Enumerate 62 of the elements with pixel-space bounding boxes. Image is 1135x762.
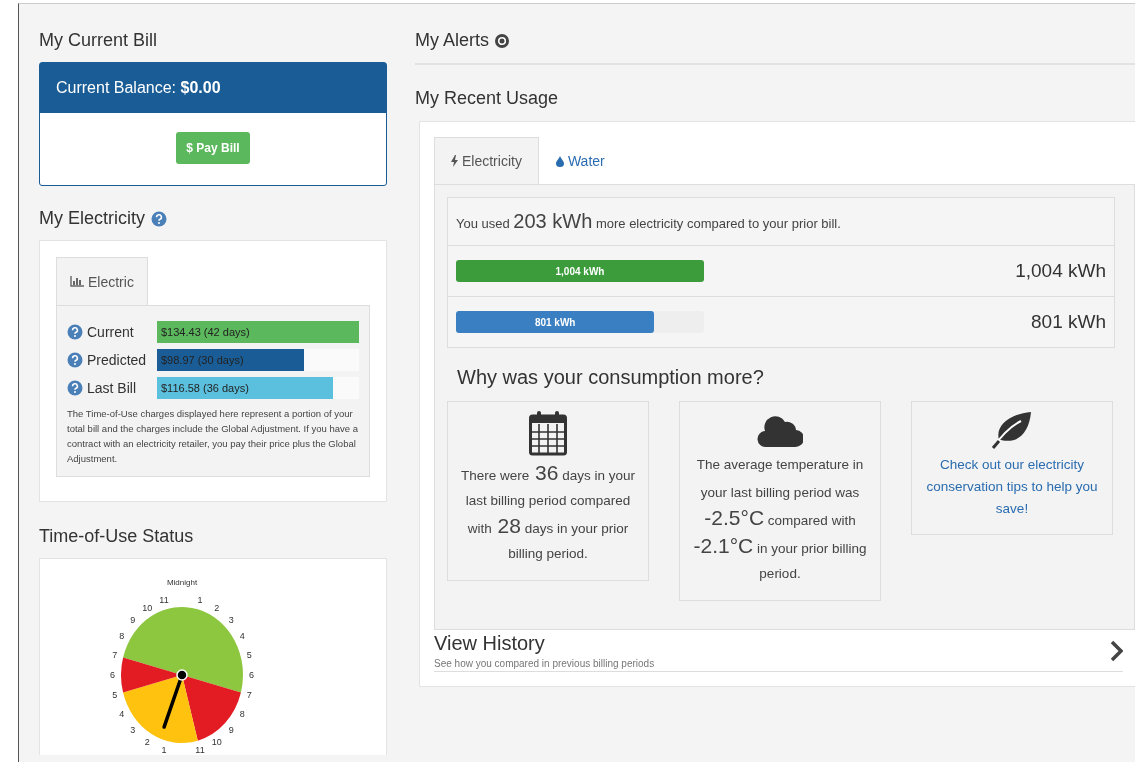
chevron-right-icon[interactable] <box>1109 639 1123 662</box>
section-heading: My Recent Usage <box>415 88 560 109</box>
hour-label: 9 <box>228 724 234 735</box>
history-title: View History <box>434 632 546 655</box>
hour-label: 10 <box>142 602 153 613</box>
bar-value: $116.58 (36 days) <box>161 382 249 394</box>
hour-label: 5 <box>112 690 118 701</box>
usage-reading: 801 kWh <box>1031 311 1106 333</box>
bar-value: $98.97 (30 days) <box>161 354 244 366</box>
hour-label: 1 <box>197 595 203 606</box>
balance-text: Current Balance: $0.00 <box>56 79 221 97</box>
help-icon[interactable] <box>67 380 83 396</box>
hour-label: 10 <box>211 737 222 748</box>
bar-chart-icon <box>70 276 84 287</box>
reason-text: There were 36 days in your last billing period compared with 28 days in your prior billing period. <box>460 460 636 563</box>
reason-text: The average temperature in your last billing period was -2.5°C compared with -2.1°C in your prior billing period. <box>692 456 868 583</box>
hour-label: 2 <box>144 737 150 748</box>
view-history-row[interactable]: View History See how you compared in previous billing periods <box>434 630 1123 672</box>
hour-label: 7 <box>246 690 252 701</box>
leaf-icon <box>991 410 1033 450</box>
section-heading: Time-of-Use Status <box>39 526 195 547</box>
bar-label: Current <box>87 324 134 340</box>
hour-label: 4 <box>119 708 125 719</box>
hour-label: 9 <box>130 615 136 626</box>
hour-label: 8 <box>239 708 245 719</box>
tab[interactable]: Electricity <box>434 137 539 184</box>
hour-label: 11 <box>159 595 169 606</box>
help-icon[interactable] <box>67 352 83 368</box>
conservation-tips-link[interactable]: Check out our electricity conservation tips to help you save! <box>920 454 1104 520</box>
bar-value: 801 kWh <box>534 316 576 328</box>
tab[interactable]: Water <box>538 137 622 184</box>
hour-label: 3 <box>228 615 234 626</box>
info-icon[interactable] <box>495 33 509 48</box>
bar-value: 1,004 kWh <box>555 265 605 277</box>
hour-label: 5 <box>246 649 252 660</box>
hour-label: 6 <box>109 670 115 680</box>
section-heading: My Current Bill <box>39 30 159 51</box>
hour-label: 1 <box>161 744 167 753</box>
hour-label: 7 <box>112 649 118 660</box>
hour-label: 3 <box>130 724 136 735</box>
hour-label: 2 <box>214 602 220 613</box>
section-heading: My Alerts <box>415 30 489 51</box>
section-heading: My Electricity <box>39 208 145 229</box>
lightning-icon <box>451 155 458 167</box>
bar-value: $134.43 (42 days) <box>161 326 250 338</box>
hour-label: 6 <box>249 670 255 680</box>
usage-reading: 1,004 kWh <box>1015 260 1106 282</box>
bar-label: Predicted <box>87 352 147 368</box>
calendar-icon <box>529 410 567 456</box>
hour-label: 8 <box>119 631 125 642</box>
help-icon[interactable] <box>67 324 83 340</box>
bar-label: Last Bill <box>87 380 137 396</box>
tab[interactable]: Electric <box>56 257 148 305</box>
help-icon[interactable] <box>151 210 167 227</box>
question-heading: Why was your consumption more? <box>457 366 765 389</box>
history-subtitle: See how you compared in previous billing periods <box>434 658 655 669</box>
usage-summary: You used 203 kWh more electricity compared to your prior bill. <box>448 198 1114 246</box>
disclaimer-text: The Time-of-Use charges displayed here represent a portion of your total bill and the charges include the Global Adjustment. If you have a contract with an electricity retailer, you pay their price plus the Global Adjustment. <box>67 407 359 466</box>
hour-label: 11 <box>195 744 205 753</box>
hour-label: 4 <box>239 631 245 642</box>
water-drop-icon <box>555 155 564 167</box>
midnight-label: Midnight <box>166 578 198 587</box>
